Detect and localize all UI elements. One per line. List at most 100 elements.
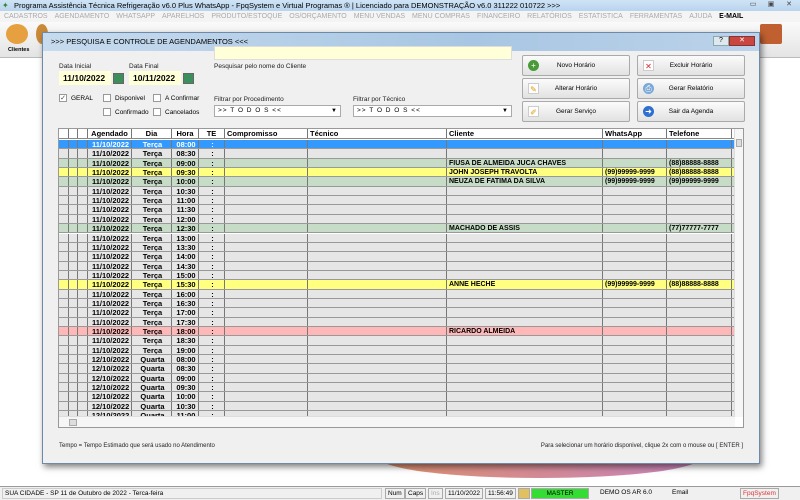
alterar-horario-label: Alterar Horário [554, 85, 598, 92]
table-row[interactable]: 11/10/2022 Terça 15:30: ANNE HECHE (99)99999… [59, 280, 735, 290]
table-row[interactable]: 11/10/2022 Terça 08:30: [59, 149, 735, 159]
exit-icon[interactable] [760, 24, 782, 44]
table-row[interactable]: 11/10/2022 Terça 11:00: [59, 196, 735, 206]
row-selector-cell [69, 345, 78, 355]
calendar-icon[interactable] [113, 73, 124, 84]
app-title: Programa Assistência Técnica Refrigeraçã… [14, 1, 561, 10]
cancelados-checkbox[interactable]: Cancelados [153, 108, 199, 116]
menu-item[interactable]: OS/ORÇAMENTO [289, 11, 346, 22]
dialog-close-button[interactable]: ✕ [729, 36, 755, 46]
table-row[interactable]: 11/10/2022 Terça 13:00: [59, 233, 735, 243]
table-row[interactable]: 11/10/2022 Terça 14:00: [59, 252, 735, 262]
cell-empty [225, 252, 308, 261]
menu-item[interactable]: FINANCEIRO [477, 11, 520, 22]
table-row[interactable]: 12/10/2022 Quarta 08:00: [59, 355, 735, 365]
filtro-tecnico-select[interactable]: >> T O D O S << ▼ [353, 105, 512, 117]
clientes-icon[interactable] [6, 24, 28, 44]
maximize-button[interactable]: ▣ [764, 0, 778, 9]
menu-item[interactable]: FERRAMENTAS [630, 11, 682, 22]
disponivel-checkbox[interactable]: Disponivel [103, 94, 145, 102]
sair-agenda-button[interactable]: ➜ Sair da Agenda [637, 101, 745, 122]
close-button[interactable]: ✕ [782, 0, 796, 9]
menu-item[interactable]: APARELHOS [162, 11, 204, 22]
table-row[interactable]: 11/10/2022 Terça 17:30: [59, 317, 735, 327]
table-row[interactable]: 11/10/2022 Terça 16:00: [59, 289, 735, 299]
column-header[interactable]: Agendado [88, 129, 132, 138]
row-selector-cell [78, 373, 88, 383]
column-header[interactable]: Cliente [447, 129, 603, 138]
table-row[interactable]: 11/10/2022 Terça 09:30: JOHN JOSEPH TRAVOLT… [59, 168, 735, 178]
menu-item[interactable]: AGENDAMENTO [55, 11, 110, 22]
minimize-button[interactable]: ▭ [746, 0, 760, 9]
cell-cliente [447, 149, 603, 158]
data-final-input[interactable]: 10/11/2022 [129, 71, 181, 85]
menu-item[interactable]: WHATSAPP [116, 11, 155, 22]
confirmado-checkbox[interactable]: Confirmado [103, 108, 149, 116]
email-button[interactable]: Email [670, 488, 690, 499]
menu-item[interactable]: E-MAIL [719, 11, 743, 22]
table-row[interactable]: 11/10/2022 Terça 10:00: NEUZA DE FATIMA DA … [59, 177, 735, 187]
column-header[interactable]: Hora [172, 129, 199, 138]
geral-checkbox[interactable]: ✓ GERAL [59, 94, 93, 102]
cell-telefone [667, 373, 732, 383]
filtro-procedimento-select[interactable]: >> T O D O S << ▼ [214, 105, 341, 117]
search-client-input[interactable] [214, 46, 512, 60]
menu-item[interactable]: AJUDA [689, 11, 712, 22]
horizontal-scrollbar[interactable] [59, 416, 735, 427]
column-header[interactable]: Dia [132, 129, 172, 138]
menu-item[interactable]: PRODUTO/ESTOQUE [211, 11, 282, 22]
table-row[interactable]: 11/10/2022 Terça 09:00: FIUSA DE ALMEIDA JU… [59, 158, 735, 169]
table-row[interactable]: 12/10/2022 Quarta 10:30: [59, 401, 735, 412]
table-row[interactable]: 12/10/2022 Quarta 09:00: [59, 373, 735, 384]
table-row[interactable]: 11/10/2022 Terça 12:00: [59, 214, 735, 225]
vertical-scrollbar[interactable] [734, 129, 743, 417]
menu-item[interactable]: RELATÓRIOS [527, 11, 572, 22]
menu-item[interactable]: MENU COMPRAS [412, 11, 470, 22]
table-row[interactable]: 11/10/2022 Terça 19:00: [59, 345, 735, 356]
calendar-icon[interactable] [183, 73, 194, 84]
gerar-relatorio-button[interactable]: ⎙ Gerar Relatório [637, 78, 745, 99]
menu-item[interactable]: MENU VENDAS [354, 11, 405, 22]
alterar-horario-button[interactable]: ✎ Alterar Horário [522, 78, 630, 99]
table-row[interactable]: 11/10/2022 Terça 13:30: [59, 242, 735, 253]
cell-empty [308, 401, 447, 411]
table-row[interactable]: 11/10/2022 Terça 11:30: [59, 205, 735, 215]
column-header[interactable]: TE [199, 129, 225, 138]
row-selector-cell [69, 214, 78, 224]
column-header[interactable]: Técnico [308, 129, 447, 138]
cell-cliente: RICARDO ALMEIDA [447, 327, 603, 336]
menu-item[interactable]: ESTATISTICA [579, 11, 623, 22]
excluir-horario-button[interactable]: ✕ Excluir Horário [637, 55, 745, 76]
row-selector-cell [59, 242, 69, 252]
column-header[interactable]: WhatsApp [603, 129, 667, 138]
row-selector-cell [59, 392, 69, 401]
gerar-servico-button[interactable]: ✐ Gerar Serviço [522, 101, 630, 122]
table-row[interactable]: 12/10/2022 Quarta 09:30: [59, 383, 735, 393]
row-selector-cell [59, 158, 69, 168]
row-selector-cell [69, 392, 78, 401]
column-header[interactable]: Compromisso [225, 129, 308, 138]
a-confirmar-checkbox[interactable]: A Confirmar [153, 94, 199, 102]
table-row[interactable]: 11/10/2022 Terça 12:30: MACHADO DE ASSIS (77… [59, 224, 735, 234]
cell-whatsapp [603, 233, 667, 242]
column-header[interactable]: Telefone [667, 129, 732, 138]
help-button[interactable]: ? [713, 36, 729, 46]
table-row[interactable]: 12/10/2022 Quarta 10:00: [59, 392, 735, 402]
table-row[interactable]: 11/10/2022 Terça 08:00: [59, 140, 735, 150]
table-row[interactable]: 11/10/2022 Terça 18:00: RICARDO ALMEIDA [59, 327, 735, 337]
table-row[interactable]: 12/10/2022 Quarta 08:30: [59, 364, 735, 374]
filtro-procedimento-label: Filtrar por Procedimento [214, 96, 284, 103]
menu-item[interactable]: CADASTROS [4, 11, 48, 22]
table-row[interactable]: 11/10/2022 Terça 16:30: [59, 298, 735, 309]
cell-cliente: MACHADO DE ASSIS [447, 224, 603, 233]
cell-telefone: (99)99999-9999 [667, 177, 732, 186]
table-row[interactable]: 11/10/2022 Terça 15:00: [59, 270, 735, 281]
novo-horario-button[interactable]: + Novo Horário [522, 55, 630, 76]
table-row[interactable]: 11/10/2022 Terça 18:30: [59, 336, 735, 346]
cell-telefone [667, 140, 732, 149]
table-row[interactable]: 11/10/2022 Terça 14:30: [59, 261, 735, 271]
data-inicial-input[interactable]: 11/10/2022 [59, 71, 111, 85]
cell-te: : [199, 242, 225, 252]
table-row[interactable]: 11/10/2022 Terça 10:30: [59, 186, 735, 197]
table-row[interactable]: 11/10/2022 Terça 17:00: [59, 308, 735, 318]
